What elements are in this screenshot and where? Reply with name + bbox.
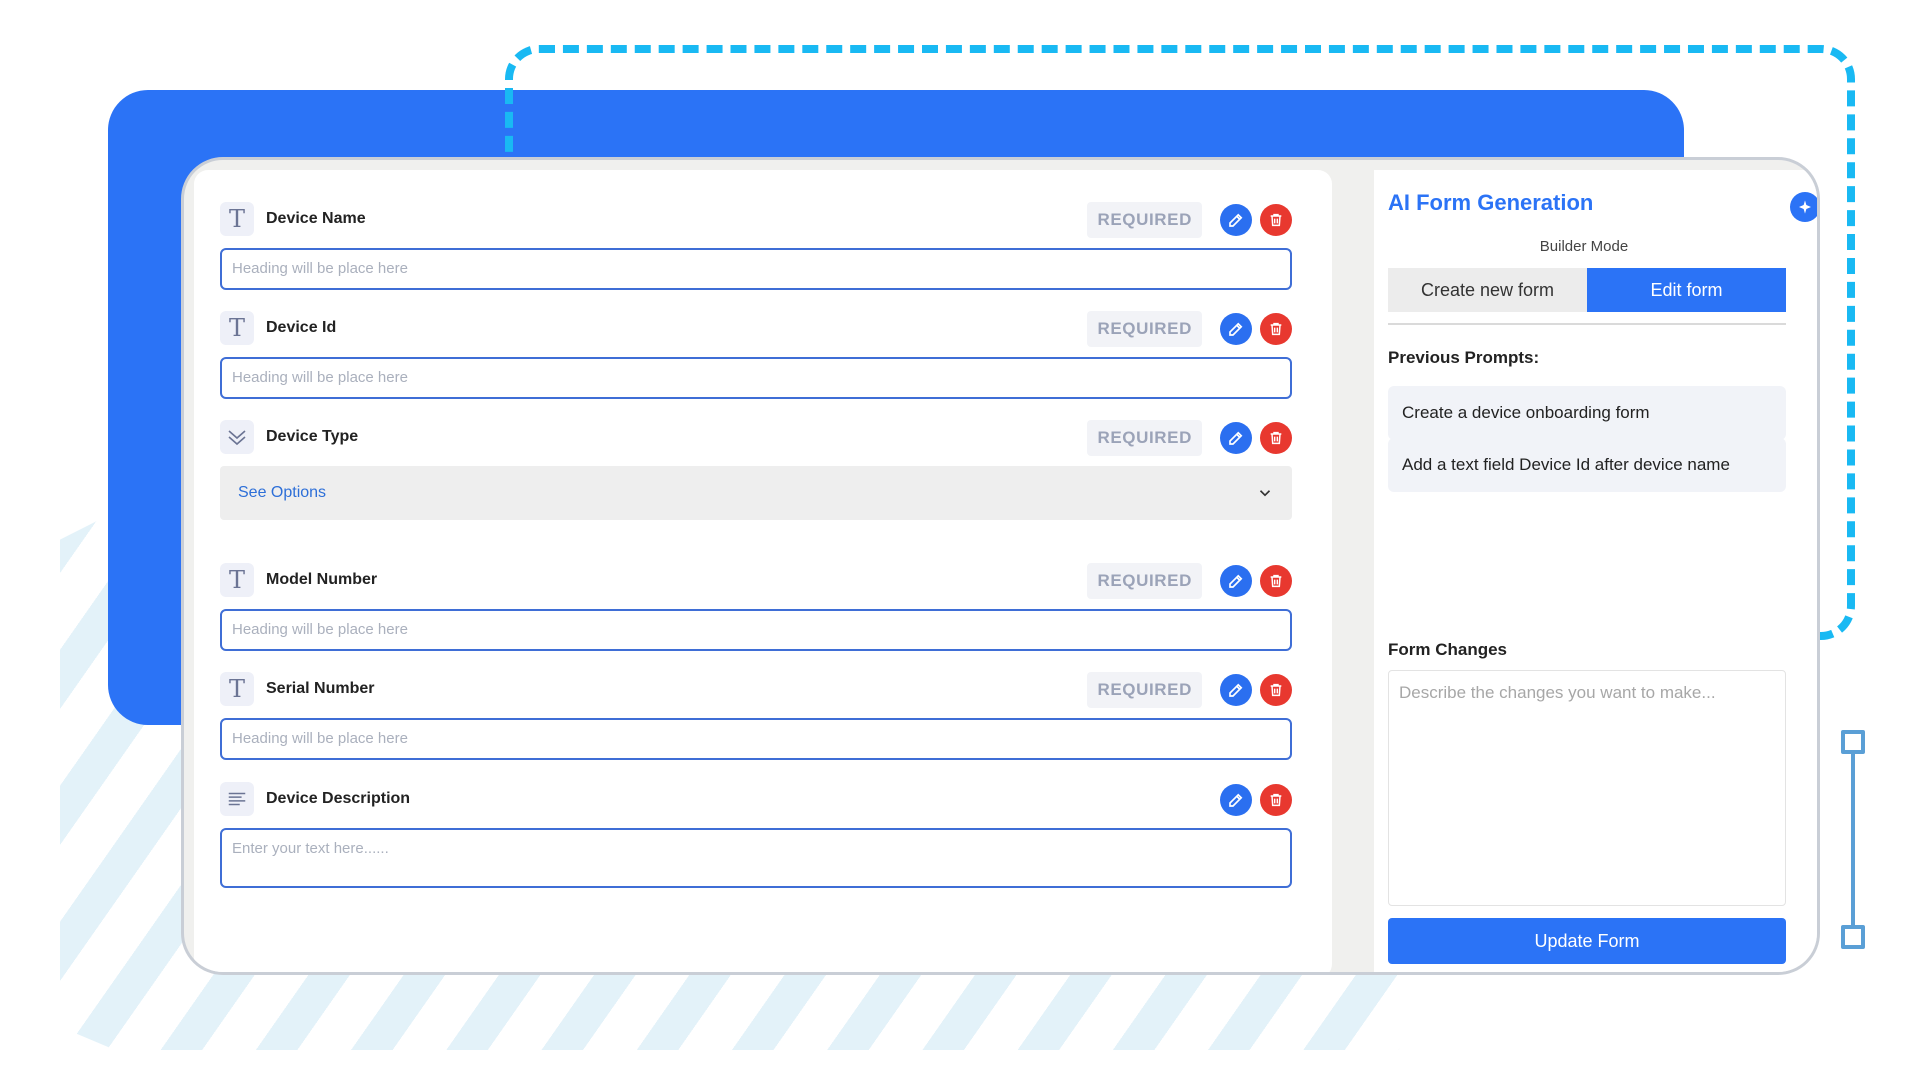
options-dropdown[interactable]: See Options <box>220 466 1292 520</box>
text-icon: T <box>220 563 254 597</box>
delete-field-button[interactable] <box>1260 784 1292 816</box>
previous-prompt-item[interactable]: Create a device onboarding form <box>1388 386 1786 440</box>
edit-icon <box>1229 574 1243 588</box>
resize-handle-bottom <box>1841 925 1865 949</box>
text-input[interactable]: Heading will be place here <box>220 718 1292 760</box>
edit-field-button[interactable] <box>1220 204 1252 236</box>
required-badge[interactable]: REQUIRED <box>1087 563 1202 599</box>
delete-field-button[interactable] <box>1260 313 1292 345</box>
field-label: Device Description <box>266 790 411 807</box>
edit-icon <box>1229 213 1243 227</box>
form-builder-panel: T Device Name REQUIRED Heading will be p… <box>194 170 1332 972</box>
textarea-input[interactable]: Enter your text here...... <box>220 828 1292 888</box>
dropdown-icon <box>220 420 254 454</box>
tab-edit-form[interactable]: Edit form <box>1587 268 1786 312</box>
edit-field-button[interactable] <box>1220 313 1252 345</box>
form-field: Device Description Enter your text here.… <box>220 780 1292 888</box>
ai-form-generation-panel: AI Form Generation Builder Mode Create n… <box>1374 170 1817 972</box>
form-field: Device Type REQUIRED See Options <box>220 418 1292 520</box>
trash-icon <box>1270 574 1282 588</box>
delete-field-button[interactable] <box>1260 422 1292 454</box>
edit-field-button[interactable] <box>1220 674 1252 706</box>
tab-create-new-form[interactable]: Create new form <box>1388 268 1587 312</box>
chevron-down-icon <box>1259 490 1271 497</box>
form-field: T Device Id REQUIRED Heading will be pla… <box>220 309 1292 399</box>
required-badge[interactable]: REQUIRED <box>1087 672 1202 708</box>
form-changes-input[interactable]: Describe the changes you want to make... <box>1388 670 1786 906</box>
dropdown-label: See Options <box>238 484 327 501</box>
field-label: Device Type <box>266 428 359 445</box>
screenshot-stage: T Device Name REQUIRED Heading will be p… <box>0 0 1920 1080</box>
trash-icon <box>1270 213 1282 227</box>
text-input[interactable]: Heading will be place here <box>220 248 1292 290</box>
trash-icon <box>1270 793 1282 807</box>
sparkle-button[interactable] <box>1790 192 1817 222</box>
paragraph-icon <box>220 782 254 816</box>
divider <box>1388 323 1786 325</box>
text-input[interactable]: Heading will be place here <box>220 357 1292 399</box>
mode-toggle: Create new form Edit form <box>1388 268 1786 312</box>
field-label: Serial Number <box>266 680 375 697</box>
trash-icon <box>1270 683 1282 697</box>
text-icon: T <box>220 311 254 345</box>
previous-prompts-title: Previous Prompts: <box>1388 348 1540 367</box>
resize-handle-top <box>1841 730 1865 754</box>
text-icon: T <box>220 202 254 236</box>
previous-prompt-item[interactable]: Add a text field Device Id after device … <box>1388 438 1786 492</box>
edit-icon <box>1229 431 1243 445</box>
trash-icon <box>1270 431 1282 445</box>
edit-icon <box>1229 683 1243 697</box>
panel-title: AI Form Generation <box>1388 190 1594 215</box>
field-label: Device Id <box>266 319 337 336</box>
trash-icon <box>1270 322 1282 336</box>
delete-field-button[interactable] <box>1260 674 1292 706</box>
text-icon: T <box>220 672 254 706</box>
form-field: T Model Number REQUIRED Heading will be … <box>220 561 1292 651</box>
text-input[interactable]: Heading will be place here <box>220 609 1292 651</box>
update-form-button[interactable]: Update Form <box>1388 918 1786 964</box>
delete-field-button[interactable] <box>1260 565 1292 597</box>
edit-icon <box>1229 322 1243 336</box>
form-changes-title: Form Changes <box>1388 640 1508 659</box>
required-badge[interactable]: REQUIRED <box>1087 420 1202 456</box>
edit-field-button[interactable] <box>1220 565 1252 597</box>
field-label: Model Number <box>266 571 378 588</box>
sparkle-icon <box>1799 200 1811 214</box>
required-badge[interactable]: REQUIRED <box>1087 202 1202 238</box>
builder-mode-label: Builder Mode <box>1539 238 1629 255</box>
delete-field-button[interactable] <box>1260 204 1292 236</box>
form-field: T Serial Number REQUIRED Heading will be… <box>220 670 1292 760</box>
edit-field-button[interactable] <box>1220 784 1252 816</box>
form-field: T Device Name REQUIRED Heading will be p… <box>220 200 1292 290</box>
field-label: Device Name <box>266 210 366 227</box>
required-badge[interactable]: REQUIRED <box>1087 311 1202 347</box>
app-window: T Device Name REQUIRED Heading will be p… <box>181 157 1820 975</box>
edit-icon <box>1229 793 1243 807</box>
resize-handle-line <box>1851 742 1855 938</box>
edit-field-button[interactable] <box>1220 422 1252 454</box>
